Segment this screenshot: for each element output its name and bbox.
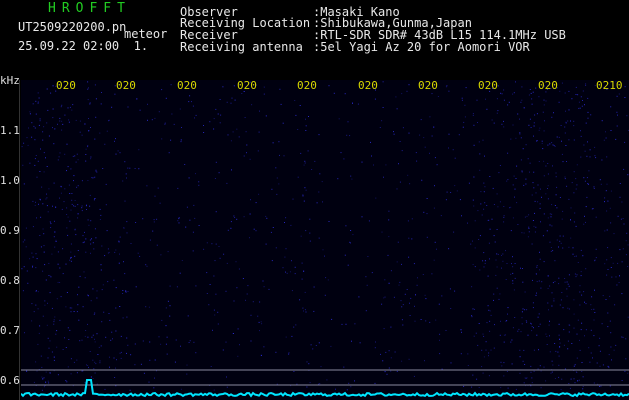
y-tick-1-0: 1.0 (0, 174, 20, 187)
time-tick: 020 (538, 79, 558, 92)
y-tick-0-9: 0.9 (0, 224, 20, 237)
time-tick: 020 (116, 79, 136, 92)
date-time: 25.09.22 02:00 1. (18, 39, 149, 53)
time-tick: 020 (297, 79, 317, 92)
time-tick: 020 (418, 79, 438, 92)
time-tick: 020 (237, 79, 257, 92)
file-name: UT2509220200.pn (18, 20, 127, 34)
time-tick: 020 (358, 79, 378, 92)
hrofft-logo: HROFFT (48, 1, 131, 16)
y-tick-0-8: 0.8 (0, 274, 20, 287)
y-tick-0-6: 0.6 (0, 374, 20, 387)
spectrogram-image (21, 80, 629, 400)
y-tick-1-1: 1.1 (0, 124, 20, 137)
time-tick: 020 (177, 79, 197, 92)
time-tick: 020 (478, 79, 498, 92)
spectrogram-background (21, 80, 629, 400)
y-tick-0-7: 0.7 (0, 324, 20, 337)
antenna-label: Receiving antenna (180, 40, 303, 54)
spectrogram-panel (21, 80, 629, 400)
time-tick: 020 (56, 79, 76, 92)
y-unit-label: kHz (0, 74, 20, 87)
time-tick: 0210 (596, 79, 623, 92)
antenna-value: :5el Yagi Az 20 for Aomori VOR (313, 40, 530, 54)
